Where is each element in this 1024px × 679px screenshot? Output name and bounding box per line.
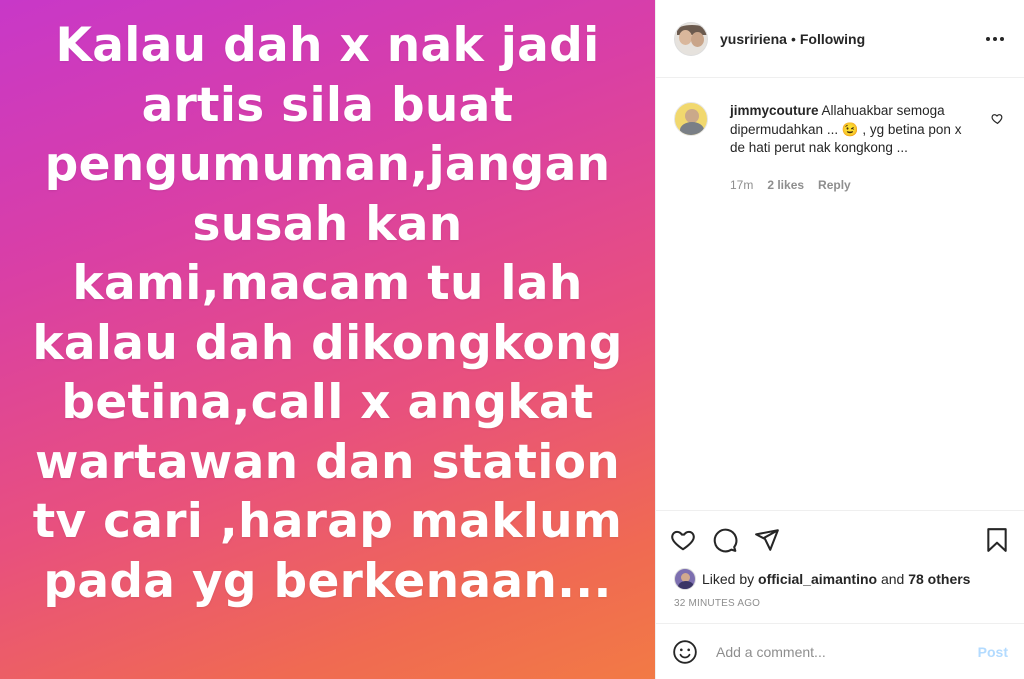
comment-body: jimmycouture Allahuakbar semoga dipermuda… <box>730 102 980 194</box>
post-timestamp[interactable]: 32 MINUTES AGO <box>656 590 1024 618</box>
comment-input[interactable] <box>716 643 978 660</box>
liked-by-prefix: Liked by <box>702 571 755 587</box>
heart-icon[interactable] <box>670 527 696 553</box>
post-actions <box>656 510 1024 568</box>
comments-list: jimmycouture Allahuakbar semoga dipermuda… <box>656 78 1024 510</box>
post-image-text: Kalau dah x nak jadi artis sila buat pen… <box>32 18 623 609</box>
add-comment-bar: Post <box>656 623 1024 679</box>
reply-button[interactable]: Reply <box>818 176 851 195</box>
commenter-username[interactable]: jimmycouture <box>730 103 819 118</box>
comment-likes[interactable]: 2 likes <box>767 176 804 195</box>
author-username[interactable]: yusririena <box>720 31 787 47</box>
comment-heart-icon[interactable] <box>991 112 1004 130</box>
liked-by-middle: and <box>880 571 905 587</box>
bookmark-icon[interactable] <box>984 527 1010 553</box>
following-button[interactable]: Following <box>800 31 865 47</box>
post-sidebar: yusririena • Following jimmycouture Allah… <box>655 0 1024 679</box>
post-header: yusririena • Following <box>656 0 1024 78</box>
share-icon[interactable] <box>754 527 780 553</box>
others-link[interactable]: 78 others <box>908 571 970 587</box>
post-button[interactable]: Post <box>978 644 1008 660</box>
liker-username[interactable]: official_aimantino <box>758 571 877 587</box>
comment-item: jimmycouture Allahuakbar semoga dipermuda… <box>674 102 1008 194</box>
liked-by: Liked by official_aimantino and 78 other… <box>656 568 1024 590</box>
comment-meta: 17m 2 likes Reply <box>730 176 980 195</box>
author-avatar[interactable] <box>674 21 708 56</box>
post-image: Kalau dah x nak jadi artis sila buat pen… <box>0 0 655 679</box>
liker-avatar[interactable] <box>674 568 696 590</box>
commenter-avatar[interactable] <box>674 102 708 136</box>
liked-by-text: Liked by official_aimantino and 78 other… <box>702 571 970 587</box>
comment-time[interactable]: 17m <box>730 176 753 195</box>
more-horizontal-icon[interactable] <box>982 33 1008 45</box>
header-separator: • <box>790 30 796 47</box>
smiley-icon[interactable] <box>672 639 698 665</box>
comment-icon[interactable] <box>712 527 738 553</box>
